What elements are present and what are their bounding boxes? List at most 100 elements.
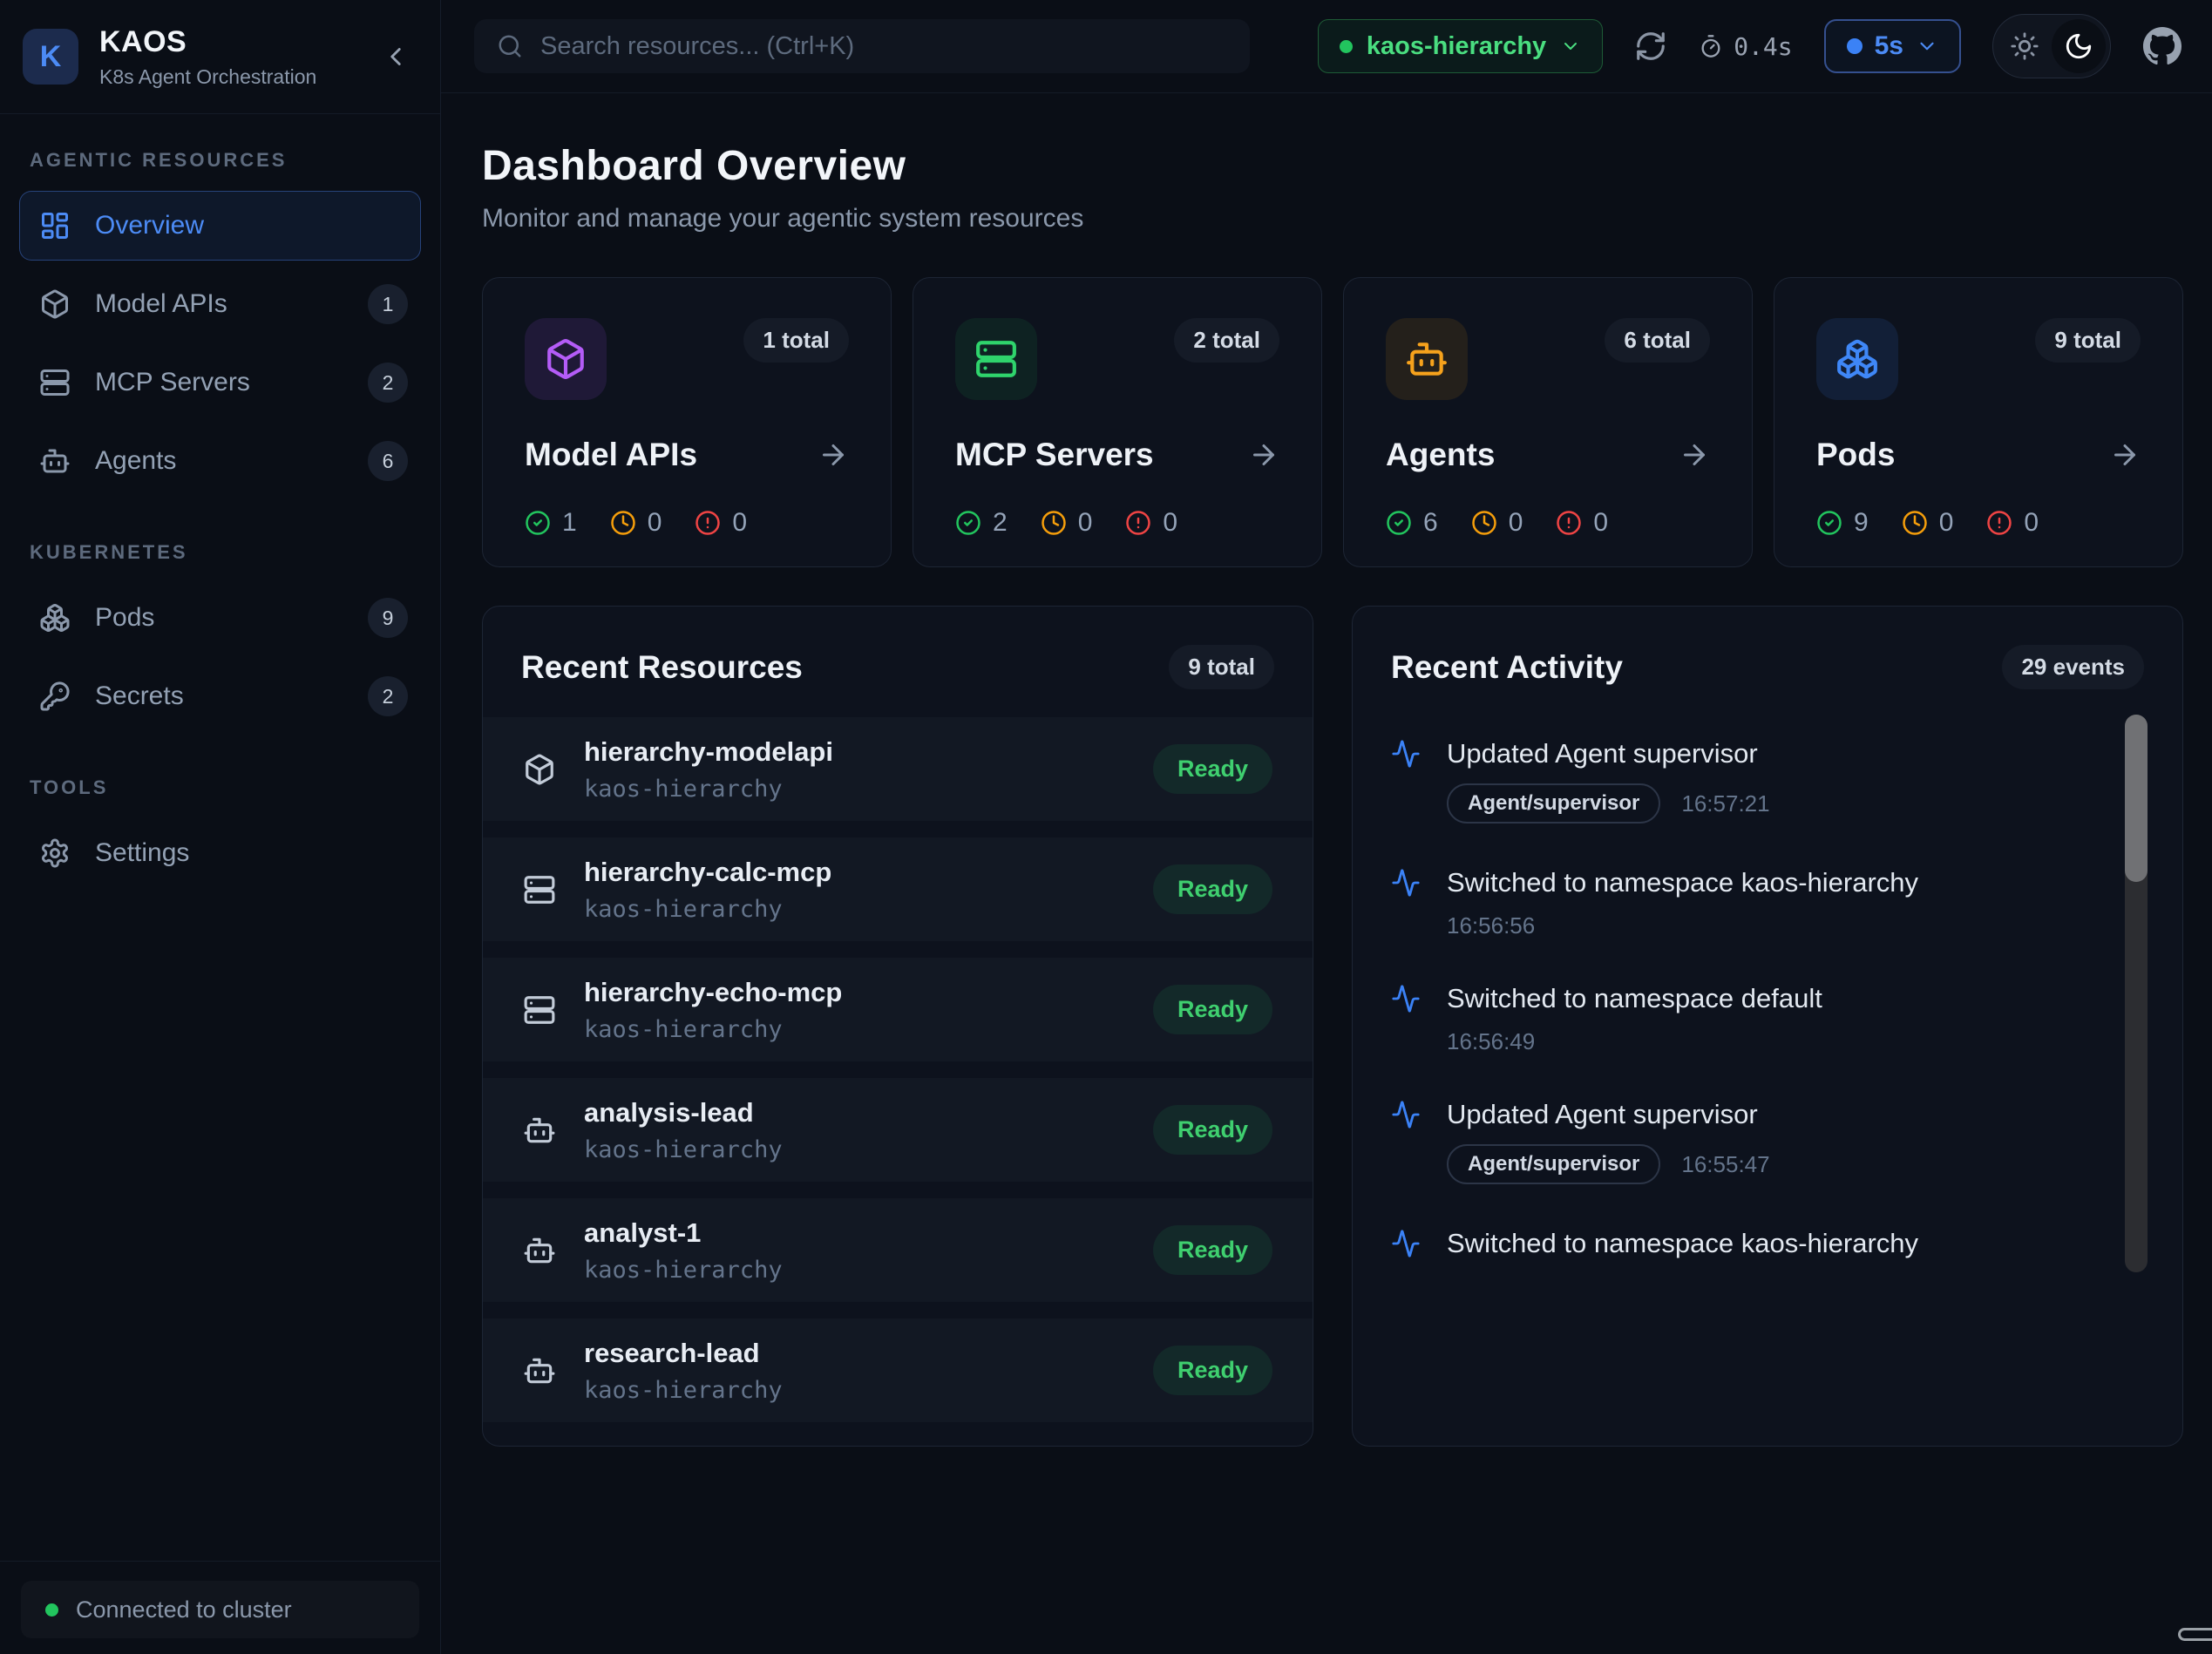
stat-card-top: 6 total	[1386, 318, 1710, 400]
stat-card[interactable]: 1 total Model APIs 1 0	[482, 277, 892, 567]
stat-card-title: Model APIs	[525, 437, 697, 473]
resource-name: hierarchy-echo-mcp	[584, 977, 842, 1008]
resource-name: analyst-1	[584, 1217, 783, 1249]
resources-list: hierarchy-modelapi kaos-hierarchy Ready …	[483, 717, 1313, 1422]
clock-icon	[1041, 510, 1067, 536]
activity-icon	[1391, 1100, 1421, 1129]
stat-card-top: 1 total	[525, 318, 849, 400]
sidebar-item[interactable]: MCP Servers 2	[19, 348, 421, 417]
bot-icon	[523, 1234, 556, 1267]
box-icon	[39, 288, 71, 320]
horizontal-scrollbar-thumb[interactable]	[2178, 1628, 2212, 1641]
activity-head: Updated Agent supervisor	[1391, 1099, 2099, 1130]
sidebar-item[interactable]: Overview	[19, 191, 421, 261]
nav-section-tools: TOOLS Settings	[19, 776, 421, 888]
pending-stat: 0	[1471, 508, 1523, 538]
alert-circle-icon	[1125, 510, 1151, 536]
resource-row[interactable]: hierarchy-calc-mcp kaos-hierarchy Ready	[483, 837, 1313, 941]
activity-head: Switched to namespace kaos-hierarchy	[1391, 867, 2099, 898]
resource-row[interactable]: research-lead kaos-hierarchy Ready	[483, 1318, 1313, 1422]
app-name: KAOS	[99, 25, 360, 59]
stat-card-stats: 9 0 0	[1816, 508, 2141, 538]
latency-indicator: 0.4s	[1699, 32, 1792, 61]
stat-card-title-row: Model APIs	[525, 437, 849, 473]
activity-icon	[1391, 1229, 1421, 1258]
app-root: { "app": { "name": "KAOS", "subtitle": "…	[0, 0, 2212, 1654]
chevron-down-icon	[1916, 35, 1938, 58]
sun-icon	[2010, 31, 2039, 61]
sidebar-item[interactable]: Model APIs 1	[19, 269, 421, 339]
panels-row: Recent Resources 9 total hierarchy-model…	[482, 606, 2183, 1447]
activity-scrollbar-thumb[interactable]	[2125, 715, 2148, 882]
cluster-status: Connected to cluster	[21, 1581, 419, 1638]
bot-icon	[523, 1114, 556, 1147]
check-circle-icon	[1386, 510, 1412, 536]
clock-icon	[1902, 510, 1928, 536]
search-input[interactable]	[540, 32, 1227, 61]
activity-meta: Agent/supervisor 16:55:47	[1447, 1144, 2099, 1184]
resource-name: analysis-lead	[584, 1097, 783, 1129]
chevron-down-icon	[1560, 36, 1581, 57]
sidebar-item[interactable]: Settings	[19, 818, 421, 888]
github-link[interactable]	[2142, 26, 2182, 66]
nav-section-label: AGENTIC RESOURCES	[19, 149, 421, 172]
ready-stat: 9	[1816, 508, 1869, 538]
sidebar-item-badge: 6	[368, 441, 408, 481]
pending-count: 0	[1939, 508, 1954, 538]
bot-icon	[39, 445, 71, 477]
activity-timestamp: 16:57:21	[1681, 790, 1769, 817]
stat-card[interactable]: 6 total Agents 6 0	[1343, 277, 1753, 567]
resource-row[interactable]: analysis-lead kaos-hierarchy Ready	[483, 1078, 1313, 1182]
resource-row[interactable]: analyst-1 kaos-hierarchy Ready	[483, 1198, 1313, 1302]
stat-card-tile	[525, 318, 607, 400]
ready-stat: 6	[1386, 508, 1438, 538]
ready-count: 2	[993, 508, 1008, 538]
nav-section-kubernetes: KUBERNETES Pods 9 Secrets 2	[19, 541, 421, 731]
stat-card[interactable]: 2 total MCP Servers 2 0	[913, 277, 1322, 567]
ready-stat: 1	[525, 508, 577, 538]
refresh-interval-selector[interactable]: 5s	[1824, 19, 1961, 73]
failed-count: 0	[1163, 508, 1177, 538]
resource-name: hierarchy-modelapi	[584, 736, 833, 768]
resource-status-badge: Ready	[1153, 1346, 1272, 1395]
activity-title: Switched to namespace kaos-hierarchy	[1447, 1228, 1918, 1259]
stat-card-tile	[955, 318, 1037, 400]
sidebar-item-label: Overview	[95, 211, 204, 241]
search-box	[474, 19, 1250, 73]
arrow-right-icon	[1248, 439, 1279, 471]
stat-card-tile	[1816, 318, 1898, 400]
namespace-selector[interactable]: kaos-hierarchy	[1318, 19, 1603, 73]
stat-card-title: MCP Servers	[955, 437, 1154, 473]
nav-list: Pods 9 Secrets 2	[19, 583, 421, 731]
activity-item: Switched to namespace default 16:56:49	[1391, 983, 2099, 1055]
resource-row[interactable]: hierarchy-modelapi kaos-hierarchy Ready	[483, 717, 1313, 821]
resource-text: research-lead kaos-hierarchy	[584, 1338, 783, 1404]
boxes-icon	[1835, 337, 1879, 381]
sidebar-item-label: MCP Servers	[95, 368, 250, 397]
stat-card[interactable]: 9 total Pods 9 0	[1774, 277, 2183, 567]
activity-title: Updated Agent supervisor	[1447, 738, 1758, 769]
box-icon	[544, 337, 587, 381]
dashboard-icon	[39, 210, 71, 241]
light-theme-button[interactable]	[1998, 19, 2052, 73]
stat-card-title: Agents	[1386, 437, 1495, 473]
dark-theme-button[interactable]	[2052, 19, 2106, 73]
failed-count: 0	[1593, 508, 1608, 538]
stat-card-top: 9 total	[1816, 318, 2141, 400]
sidebar-collapse-button[interactable]	[381, 42, 411, 71]
resource-row[interactable]: hierarchy-echo-mcp kaos-hierarchy Ready	[483, 958, 1313, 1061]
stat-card-stats: 2 0 0	[955, 508, 1279, 538]
refresh-button[interactable]	[1634, 30, 1667, 63]
sidebar-item[interactable]: Agents 6	[19, 426, 421, 496]
sidebar-item[interactable]: Pods 9	[19, 583, 421, 653]
app-logo: K	[23, 29, 78, 85]
recent-resources-panel: Recent Resources 9 total hierarchy-model…	[482, 606, 1313, 1447]
sidebar-item-label: Secrets	[95, 681, 184, 711]
resource-text: hierarchy-calc-mcp kaos-hierarchy	[584, 857, 831, 923]
sidebar-item-label: Settings	[95, 838, 189, 868]
server-icon	[39, 367, 71, 398]
search-icon	[497, 33, 523, 59]
ready-count: 1	[562, 508, 577, 538]
ready-count: 6	[1423, 508, 1438, 538]
sidebar-item[interactable]: Secrets 2	[19, 661, 421, 731]
